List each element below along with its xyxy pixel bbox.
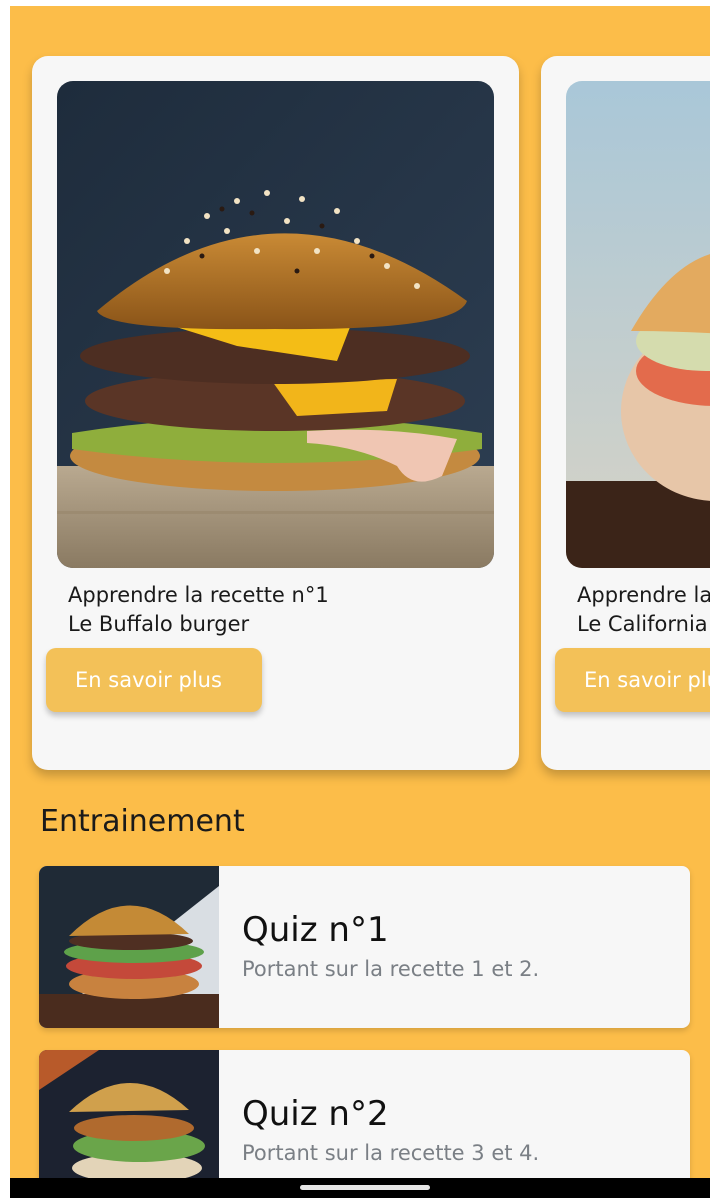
recipe-title: Le Buffalo burger xyxy=(68,612,250,636)
app-screen: Apprendre la recette n°1 Le Buffalo burg… xyxy=(10,6,710,1178)
quiz-description: Portant sur la recette 1 et 2. xyxy=(242,957,540,981)
recipe-title: Le California burger xyxy=(577,612,710,636)
learn-more-button-1[interactable]: En savoir plus xyxy=(46,648,262,712)
quiz-description: Portant sur la recette 3 et 4. xyxy=(242,1141,540,1165)
home-gesture-handle[interactable] xyxy=(300,1185,430,1190)
recipe-kicker: Apprendre la recette n°1 xyxy=(68,583,329,607)
quiz-title: Quiz n°2 xyxy=(242,1094,389,1134)
recipe-carousel[interactable]: Apprendre la recette n°1 Le Buffalo burg… xyxy=(10,6,710,796)
recipe-kicker: Apprendre la recette n°2 xyxy=(577,583,710,607)
buffalo-burger-photo xyxy=(57,81,494,568)
recipe-card-2[interactable]: Apprendre la recette n°2 Le California b… xyxy=(541,56,710,770)
training-section-title: Entrainement xyxy=(40,804,245,839)
quiz-title: Quiz n°1 xyxy=(242,910,389,950)
quiz-card-2[interactable]: Quiz n°2 Portant sur la recette 3 et 4. xyxy=(39,1050,690,1178)
quiz-2-thumbnail xyxy=(39,1050,219,1178)
quiz-1-thumbnail xyxy=(39,866,219,1028)
recipe-card-1[interactable]: Apprendre la recette n°1 Le Buffalo burg… xyxy=(32,56,519,770)
system-navigation-bar xyxy=(10,1178,710,1198)
quiz-card-1[interactable]: Quiz n°1 Portant sur la recette 1 et 2. xyxy=(39,866,690,1028)
california-burger-photo xyxy=(566,81,710,568)
learn-more-button-2[interactable]: En savoir plus xyxy=(555,648,710,712)
